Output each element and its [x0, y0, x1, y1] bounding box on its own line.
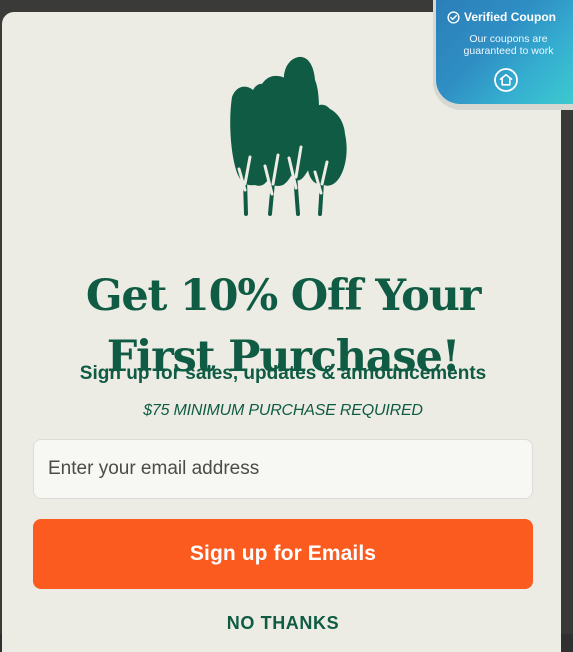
verified-badge-line-1: Our coupons are: [469, 33, 548, 45]
home-icon: [494, 68, 518, 92]
minimum-purchase-note: $75 MINIMUM PURCHASE REQUIRED: [143, 402, 423, 419]
verified-badge-copy: Our coupons are guaranteed to work: [450, 33, 567, 57]
email-field[interactable]: [33, 439, 533, 499]
verified-badge-line-2: guaranteed to work: [463, 45, 554, 57]
trees-icon: [230, 56, 347, 216]
verified-badge-title-text: Verified Coupon: [464, 10, 557, 24]
verified-badge-title: Verified Coupon: [447, 9, 556, 25]
offer-subheadline: Sign up for sales, updates & announcemen…: [79, 363, 487, 384]
signup-button[interactable]: Sign up for Emails: [33, 519, 533, 589]
no-thanks-button[interactable]: NO THANKS: [194, 610, 372, 636]
verified-coupon-badge: Verified Coupon Our coupons are guarante…: [433, 0, 573, 110]
check-circle-icon: [447, 10, 460, 24]
offer-headline-line-1: Get 10% Off Your: [85, 270, 482, 321]
